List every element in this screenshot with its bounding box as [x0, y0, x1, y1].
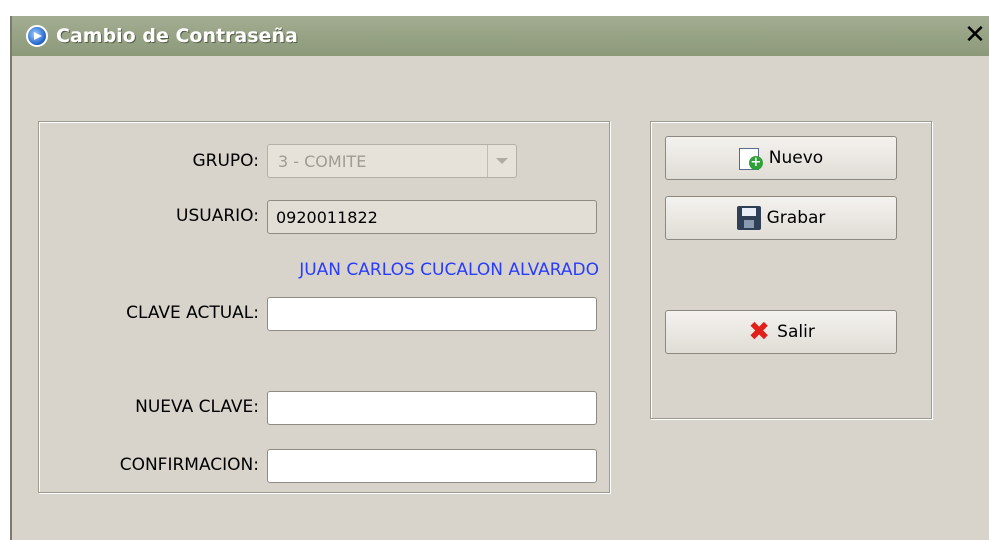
grupo-select-value: 3 - COMITE	[278, 151, 367, 171]
red-x-icon: ✖	[748, 317, 771, 347]
window-title: Cambio de Contraseña	[56, 25, 298, 47]
clave-actual-field[interactable]	[267, 297, 597, 331]
nuevo-button[interactable]: + Nuevo	[665, 136, 897, 180]
grabar-button[interactable]: Grabar	[665, 196, 897, 240]
app-circle-icon	[26, 25, 48, 47]
salir-button-label: Salir	[777, 322, 815, 342]
confirmacion-label: CONFIRMACION:	[119, 455, 259, 475]
password-change-dialog: Cambio de Contraseña ✕ GRUPO: 3 - COMITE…	[10, 16, 989, 540]
nueva-clave-label: NUEVA CLAVE:	[135, 397, 259, 417]
user-full-name: JUAN CARLOS CUCALON ALVARADO	[299, 260, 599, 280]
credentials-panel: GRUPO: 3 - COMITE USUARIO: JUAN CARLOS C…	[38, 121, 610, 493]
chevron-down-icon	[496, 158, 508, 164]
actions-panel: + Nuevo Grabar ✖ Salir	[650, 121, 932, 419]
usuario-field[interactable]	[267, 200, 597, 234]
nuevo-button-label: Nuevo	[768, 148, 824, 168]
grupo-dropdown-button[interactable]	[487, 145, 516, 177]
grupo-label: GRUPO:	[192, 151, 260, 171]
clave-actual-label: CLAVE ACTUAL:	[126, 303, 259, 323]
title-bar[interactable]: Cambio de Contraseña ✕	[12, 16, 989, 56]
grupo-select[interactable]: 3 - COMITE	[267, 144, 517, 178]
usuario-label: USUARIO:	[176, 206, 259, 226]
close-icon[interactable]: ✕	[963, 22, 987, 48]
nueva-clave-field[interactable]	[267, 391, 597, 425]
new-document-icon: +	[738, 146, 763, 170]
grabar-button-label: Grabar	[766, 208, 826, 228]
salir-button[interactable]: ✖ Salir	[665, 310, 897, 354]
confirmacion-field[interactable]	[267, 449, 597, 483]
floppy-save-icon	[736, 206, 761, 230]
